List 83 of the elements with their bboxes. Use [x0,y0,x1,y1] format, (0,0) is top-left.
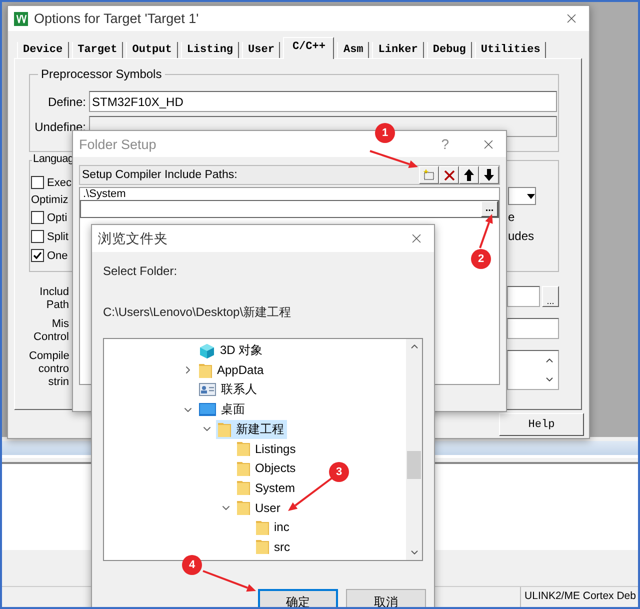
header-text: Setup Compiler Include Paths: [81,169,238,181]
checkbox[interactable] [31,211,44,224]
folder-icon [256,520,269,535]
checkbox-label: Exec [47,176,72,188]
path-edit-field[interactable]: ... [80,200,499,218]
arrow [370,150,418,168]
option-label: udes [508,229,536,243]
field-label: Compile contro strin [29,350,69,389]
browse-button[interactable]: ... [481,201,498,217]
misc-controls-field[interactable] [507,318,559,339]
tree-item[interactable]: 联系人 [197,380,260,400]
dialog-button[interactable]: 确定 [258,589,338,607]
checkbox[interactable] [31,176,44,189]
tree-item[interactable]: AppData [197,362,267,379]
folder-icon [199,362,212,378]
move-down-button[interactable] [479,166,499,184]
folder-icon [237,500,250,516]
tab[interactable]: Debug [426,42,472,58]
tab[interactable]: Listing [180,42,240,58]
folder-icon [237,460,250,476]
field-label: Includ Path [38,286,69,312]
checkbox-label: Split [47,230,68,242]
cube-icon [199,342,215,359]
checkbox-label: Opti [47,212,68,224]
delete-icon [444,170,454,180]
scrollbar[interactable] [406,339,422,560]
delete-button[interactable] [439,166,459,184]
tab[interactable]: Asm [337,42,370,58]
app-icon [14,12,28,26]
tree-item[interactable]: 新建工程 [216,420,287,439]
dialog-button[interactable]: 取消 [346,589,426,607]
tree-item[interactable]: Objects [235,460,299,477]
arrow-down-icon [484,169,494,181]
window-title: Folder Setup [79,136,158,152]
field-label: Define: [46,94,87,108]
caret-down-icon [527,194,535,198]
define-field[interactable]: STM32F10X_HD [89,91,557,112]
field-label: Mis Control [32,318,69,344]
checkbox[interactable] [31,230,44,243]
prompt-text: Select Folder: [103,264,178,278]
path-text: C:\Users\Lenovo\Desktop\新建工程 [103,304,292,321]
arrow [479,214,493,248]
scroll-thumb[interactable] [407,451,421,479]
desktop-icon [199,403,216,416]
move-up-button[interactable] [459,166,479,184]
tree-item[interactable]: 桌面 [197,400,248,420]
new-folder-button[interactable] [419,166,439,184]
group-title: Preprocessor Symbols [38,67,165,81]
folder-icon [218,422,231,437]
tab[interactable]: C/C++ [283,37,334,59]
status-text: ULINK2/ME Cortex Deb [520,587,638,607]
tree-item[interactable]: src [254,538,293,556]
tab[interactable]: Utilities [474,42,546,58]
help-icon[interactable]: ? [441,136,449,152]
contact-card-icon [199,383,216,396]
checkbox-label: One [47,250,68,262]
tab[interactable]: Target [72,42,124,58]
help-button[interactable]: Help [499,413,584,436]
arrow [202,570,256,592]
tree-item[interactable]: Listings [235,440,299,458]
list-item[interactable]: .\System [80,188,126,200]
field-label: Undefine: [34,120,87,134]
field-label: Optimiz [31,194,70,206]
window-title: Options for Target 'Target 1' [34,11,200,26]
tab[interactable]: Output [126,42,178,58]
browse-button[interactable]: ... [542,286,559,307]
tree-item[interactable]: System [235,479,298,496]
arrow-up-icon [464,169,474,181]
folder-icon [237,441,250,456]
option-label: e [508,210,516,224]
tree-item[interactable]: 3D 对象 [197,341,266,360]
include-paths-field[interactable] [507,286,540,307]
tab[interactable]: User [242,42,280,58]
new-folder-icon [423,169,435,181]
folder-icon [256,539,269,554]
dropdown[interactable] [508,187,536,205]
tab[interactable]: Linker [372,42,424,58]
window-title: 浏览文件夹 [98,230,169,248]
tab[interactable]: Device [17,42,69,58]
checkbox[interactable] [31,249,44,262]
tree-item[interactable]: User [235,499,284,516]
tree-item[interactable]: inc [254,518,292,536]
folder-icon [237,480,250,496]
